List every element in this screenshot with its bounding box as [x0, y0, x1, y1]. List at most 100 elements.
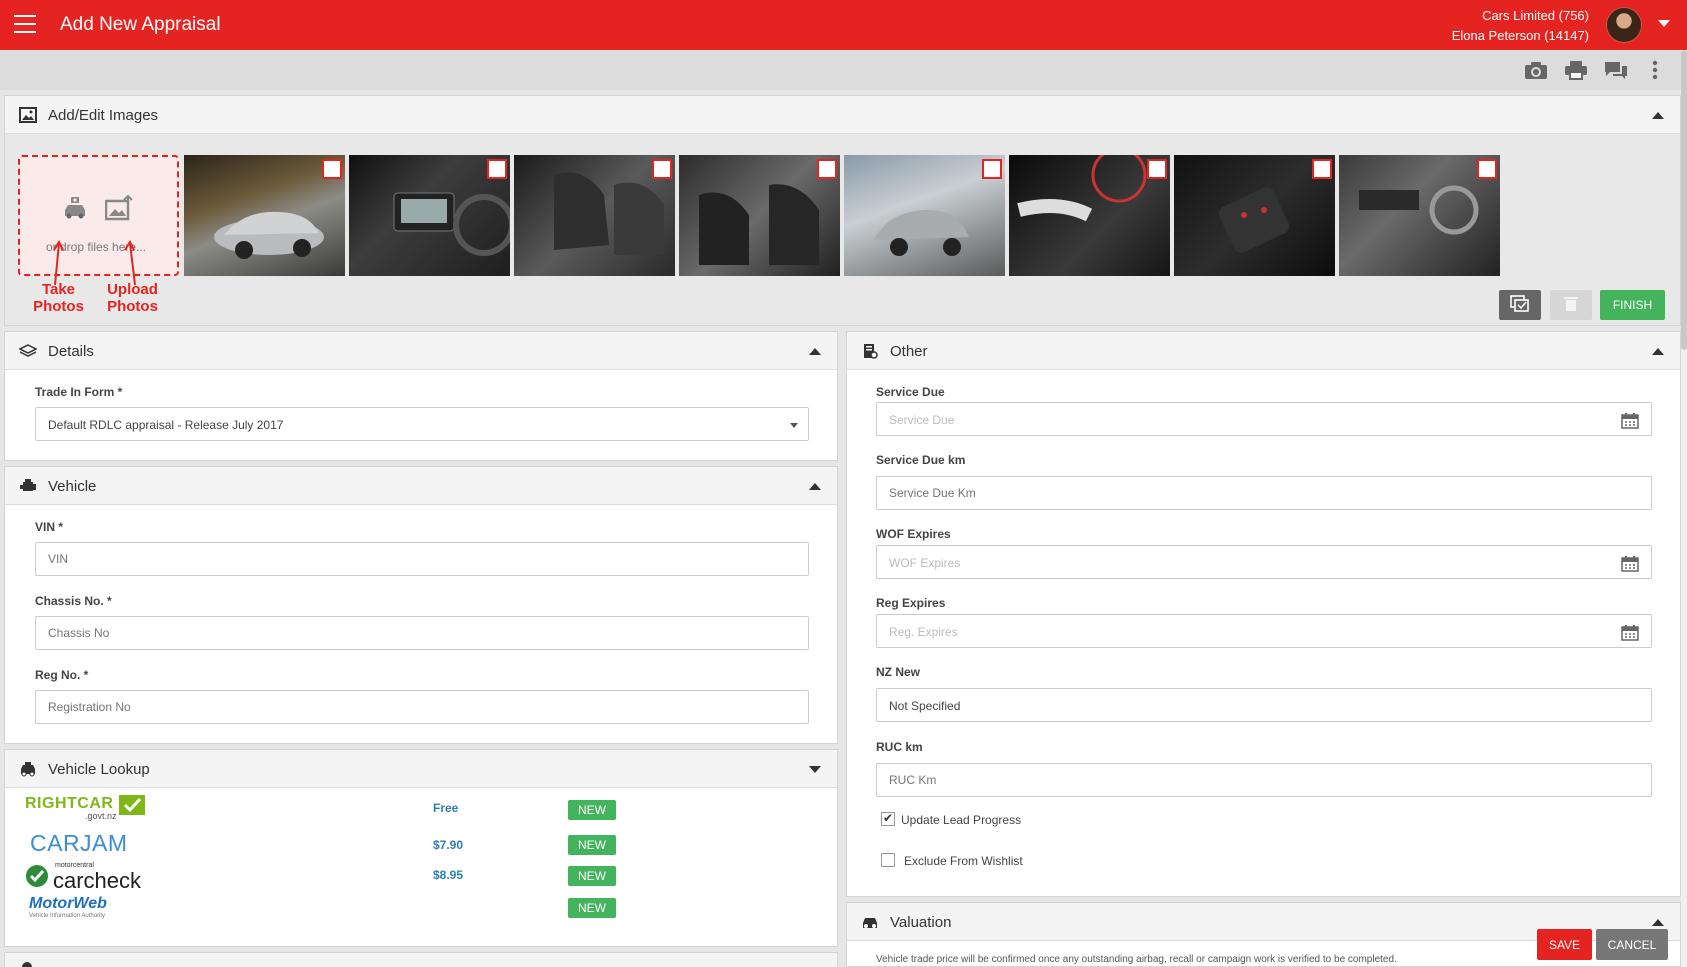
photo-thumbnail[interactable]: [1174, 155, 1335, 276]
lookup-panel-title: Vehicle Lookup: [48, 761, 150, 778]
photo-select-checkbox[interactable]: [652, 159, 672, 179]
service-due-label: Service Due: [876, 385, 945, 399]
calendar-icon[interactable]: [1621, 412, 1639, 429]
delete-button[interactable]: [1550, 290, 1592, 320]
valuation-note: Vehicle trade price will be confirmed on…: [876, 954, 1397, 965]
scrollbar[interactable]: [1681, 50, 1687, 967]
rightcar-new-badge[interactable]: NEW: [568, 800, 616, 820]
vin-label: VIN *: [35, 520, 64, 534]
photo-thumbnail[interactable]: [1339, 155, 1500, 276]
annotation-take-photos: Take Photos: [33, 281, 84, 315]
photo-thumbnail[interactable]: [844, 155, 1005, 276]
wof-expires-label: WOF Expires: [876, 527, 951, 541]
carjam-logo[interactable]: CARJAM: [30, 830, 128, 857]
carjam-new-badge[interactable]: NEW: [568, 835, 616, 855]
carcheck-new-badge[interactable]: NEW: [568, 866, 616, 886]
user-info: Cars Limited (756) Elona Peterson (14147…: [1452, 6, 1589, 46]
photo-select-checkbox[interactable]: [1477, 159, 1497, 179]
top-app-bar: Add New Appraisal Cars Limited (756) Elo…: [0, 0, 1687, 50]
service-due-input[interactable]: Service Due: [876, 402, 1652, 436]
next-panel-header[interactable]: [4, 952, 838, 967]
reg-expires-label: Reg Expires: [876, 596, 946, 610]
finish-button[interactable]: FINISH: [1600, 290, 1665, 320]
collapse-icon[interactable]: [1652, 919, 1664, 926]
vin-input[interactable]: [35, 542, 809, 576]
expand-icon[interactable]: [809, 766, 821, 773]
details-panel: Details Trade In Form * Default RDLC app…: [4, 331, 838, 461]
vehicle-panel-header[interactable]: Vehicle: [5, 467, 837, 505]
reg-no-input[interactable]: [35, 690, 809, 724]
photo-select-checkbox[interactable]: [1312, 159, 1332, 179]
take-photo-icon[interactable]: [62, 195, 88, 226]
calendar-icon[interactable]: [1621, 555, 1639, 572]
cancel-button[interactable]: CANCEL: [1596, 929, 1668, 960]
photo-thumbnail[interactable]: [514, 155, 675, 276]
engine-icon: [19, 478, 37, 494]
lookup-row-rightcar: RIGHTCAR .govt.nz Free NEW: [5, 795, 843, 825]
update-lead-progress-checkbox[interactable]: [881, 811, 895, 826]
taxi-icon: [19, 761, 37, 777]
collapse-icon[interactable]: [809, 348, 821, 355]
motorweb-logo[interactable]: MotorWeb Vehicle Information Authority: [29, 895, 159, 925]
photo-select-checkbox[interactable]: [982, 159, 1002, 179]
exclude-wishlist-checkbox[interactable]: [881, 853, 895, 867]
images-panel-title: Add/Edit Images: [48, 107, 159, 124]
chassis-input[interactable]: [35, 616, 809, 650]
motorweb-new-badge[interactable]: NEW: [568, 898, 616, 918]
service-due-km-input[interactable]: [876, 476, 1652, 510]
photo-thumbnail[interactable]: [679, 155, 840, 276]
ruc-km-input[interactable]: [876, 763, 1652, 797]
photo-select-checkbox[interactable]: [487, 159, 507, 179]
chevron-down-icon[interactable]: [1658, 20, 1670, 27]
page-title: Add New Appraisal: [60, 14, 221, 35]
lookup-row-motorweb: MotorWeb Vehicle Information Authority N…: [5, 895, 843, 925]
collapse-icon[interactable]: [1652, 112, 1664, 119]
nz-new-label: NZ New: [876, 665, 921, 679]
carcheck-price: $8.95: [433, 868, 464, 882]
upload-photo-icon[interactable]: [104, 194, 133, 226]
avatar[interactable]: [1606, 7, 1642, 43]
vehicle-panel-title: Vehicle: [48, 478, 97, 495]
camera-icon[interactable]: [1524, 60, 1548, 80]
trade-in-form-select[interactable]: Default RDLC appraisal - Release July 20…: [35, 407, 809, 441]
other-panel-title: Other: [890, 343, 928, 360]
annotation-upload-photos: Upload Photos: [107, 281, 158, 315]
rightcar-logo[interactable]: RIGHTCAR .govt.nz: [25, 795, 155, 825]
image-icon: [19, 107, 37, 123]
nz-new-select[interactable]: Not Specified: [876, 688, 1652, 722]
trade-in-form-label: Trade In Form *: [35, 385, 123, 399]
other-panel: Other Service Due Service Due Service Du…: [846, 331, 1681, 897]
print-icon[interactable]: [1564, 60, 1588, 80]
vehicle-lookup-panel: Vehicle Lookup RIGHTCAR .govt.nz Free NE…: [4, 749, 838, 947]
update-lead-progress-label: Update Lead Progress: [901, 813, 1022, 827]
collapse-icon[interactable]: [1652, 348, 1664, 355]
photo-select-checkbox[interactable]: [322, 159, 342, 179]
save-button[interactable]: SAVE: [1537, 929, 1592, 960]
photo-thumbnail[interactable]: [184, 155, 345, 276]
wof-expires-input[interactable]: WOF Expires: [876, 545, 1652, 579]
reg-no-label: Reg No. *: [35, 668, 89, 682]
photo-thumbnail[interactable]: [1009, 155, 1170, 276]
company-name: Cars Limited (756): [1482, 8, 1589, 23]
photo-thumbnail[interactable]: [349, 155, 510, 276]
lookup-panel-header[interactable]: Vehicle Lookup: [5, 750, 837, 788]
ruc-km-label: RUC km: [876, 740, 923, 754]
select-all-icon: [1510, 294, 1529, 312]
details-panel-header[interactable]: Details: [5, 332, 837, 370]
chat-icon[interactable]: [1604, 60, 1628, 80]
carcheck-logo[interactable]: motorcentral carcheck: [25, 862, 155, 893]
reg-expires-input[interactable]: Reg. Expires: [876, 614, 1652, 648]
more-vertical-icon[interactable]: [1650, 60, 1660, 80]
calendar-icon[interactable]: [1621, 624, 1639, 641]
collapse-icon[interactable]: [809, 483, 821, 490]
images-panel-header[interactable]: Add/Edit Images: [5, 96, 1680, 134]
vehicle-panel: Vehicle VIN * Chassis No. * Reg No. *: [4, 466, 838, 744]
scrollbar-thumb[interactable]: [1681, 50, 1687, 350]
other-panel-header[interactable]: Other: [847, 332, 1680, 370]
car-icon: [861, 914, 879, 930]
menu-icon[interactable]: [14, 15, 36, 33]
select-all-button[interactable]: [1499, 290, 1541, 320]
photo-select-checkbox[interactable]: [817, 159, 837, 179]
photo-select-checkbox[interactable]: [1147, 159, 1167, 179]
action-toolbar: [0, 50, 1687, 90]
